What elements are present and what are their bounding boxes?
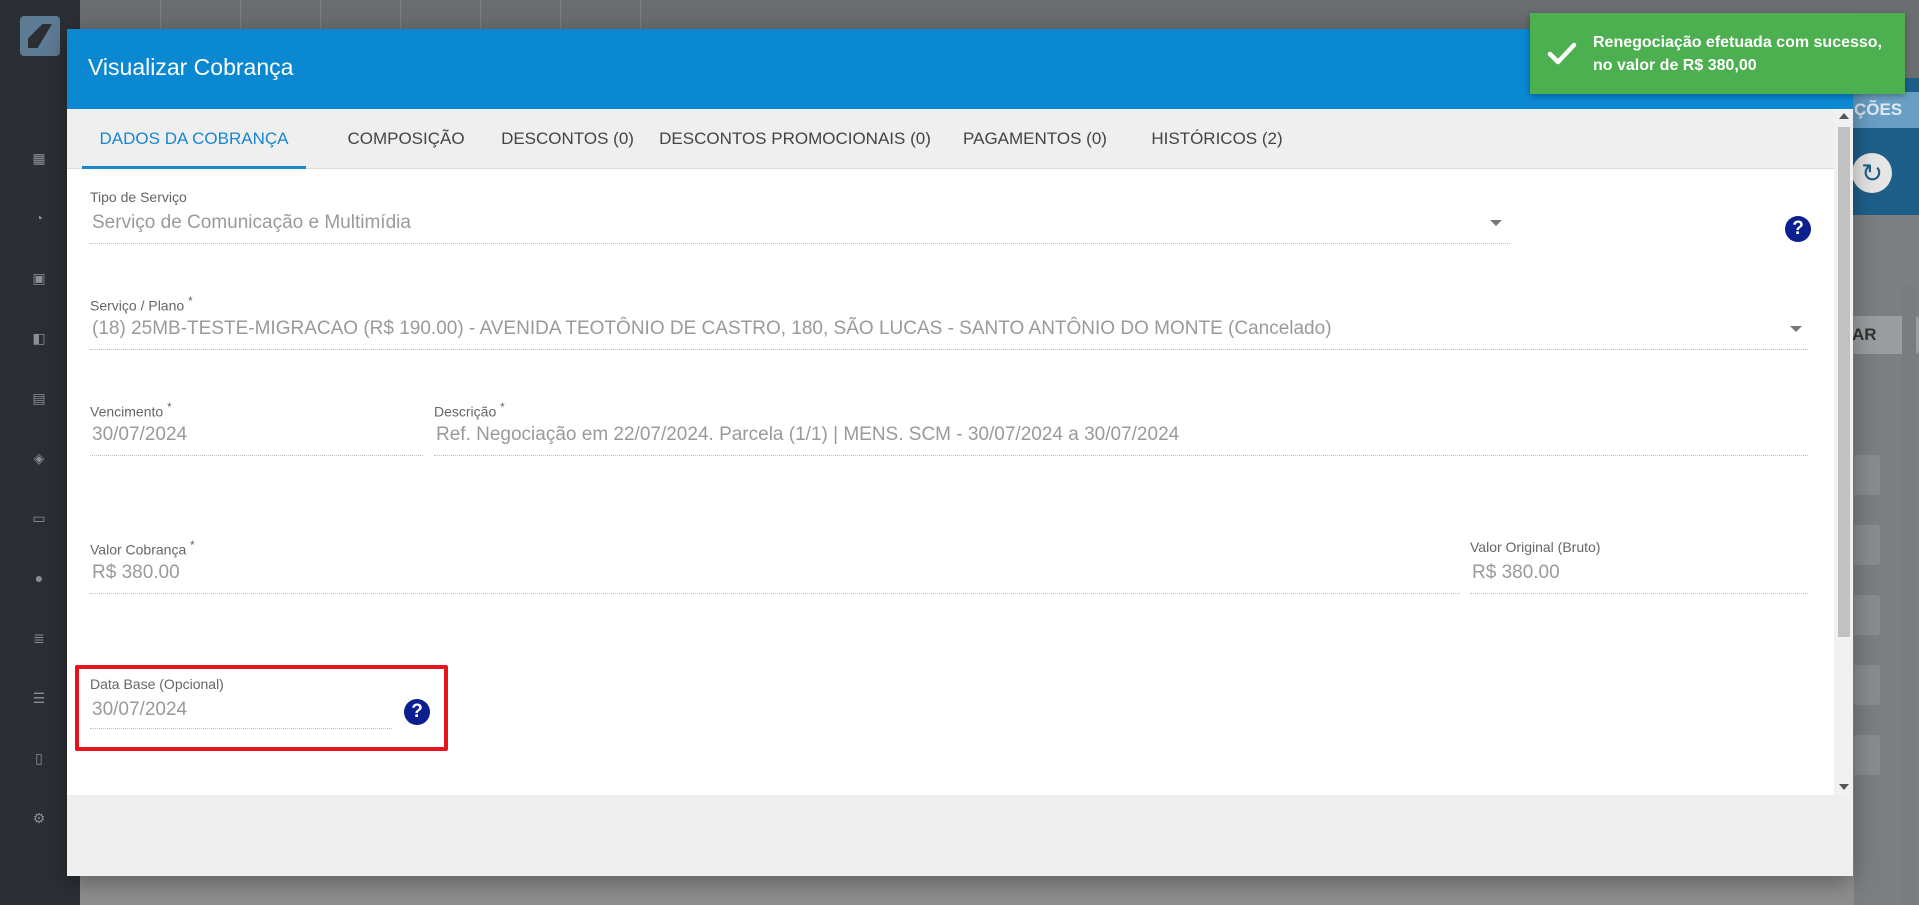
dashboard-icon[interactable]: ▦ xyxy=(31,150,47,166)
servico-plano-select[interactable]: Serviço / Plano * (18) 25MB-TESTE-MIGRAC… xyxy=(90,295,1808,355)
field-underline xyxy=(90,455,423,456)
field-underline xyxy=(1470,593,1808,594)
toolbar-separator xyxy=(480,0,481,30)
field-underline xyxy=(90,728,392,729)
scroll-down-icon[interactable] xyxy=(1839,784,1849,790)
tipo-servico-label: Tipo de Serviço xyxy=(90,189,187,205)
help-icon[interactable]: ? xyxy=(1785,216,1811,242)
tab-dados-da-cobranca[interactable]: DADOS DA COBRANÇA xyxy=(82,109,306,169)
contacts-icon[interactable]: ▣ xyxy=(31,270,47,286)
toolbar-separator xyxy=(160,0,161,30)
data-base-value: 30/07/2024 xyxy=(92,699,188,720)
toolbar-separator xyxy=(640,0,641,30)
tipo-servico-select[interactable]: Tipo de Serviço Serviço de Comunicação e… xyxy=(90,189,1510,249)
required-marker: * xyxy=(500,401,505,414)
required-marker: * xyxy=(167,401,172,414)
scrollbar-thumb[interactable] xyxy=(1838,127,1850,637)
board-icon[interactable]: ◧ xyxy=(31,330,47,346)
server-icon[interactable]: ☰ xyxy=(31,690,47,706)
valor-cobranca-value: R$ 380.00 xyxy=(92,562,180,583)
toolbar-separator xyxy=(400,0,401,30)
vencimento-value: 30/07/2024 xyxy=(92,424,188,445)
check-icon xyxy=(1547,42,1577,65)
tab-historicos[interactable]: HISTÓRICOS (2) xyxy=(1132,109,1302,169)
vencimento-label: Vencimento * xyxy=(90,401,172,420)
valor-cobranca-label: Valor Cobrança * xyxy=(90,539,195,558)
calendar-clock-icon[interactable]: ▤ xyxy=(31,390,47,406)
modal-scrollbar[interactable] xyxy=(1834,109,1853,795)
toast-message: Renegociação efetuada com sucesso, no va… xyxy=(1593,34,1882,74)
visualizar-cobranca-modal: Visualizar Cobrança DADOS DA COBRANÇA CO… xyxy=(67,29,1853,876)
success-toast[interactable]: Renegociação efetuada com sucesso, no va… xyxy=(1530,13,1905,94)
modal-title: Visualizar Cobrança xyxy=(88,54,294,80)
refresh-icon[interactable]: ↻ xyxy=(1852,153,1892,193)
tipo-servico-value: Serviço de Comunicação e Multimídia xyxy=(92,212,411,233)
required-marker: * xyxy=(190,539,195,552)
vencimento-field[interactable]: Vencimento * 30/07/2024 xyxy=(90,401,423,461)
background-scrollbar xyxy=(1902,285,1916,905)
list-icon[interactable]: ≣ xyxy=(31,630,47,646)
gear-icon[interactable]: ⚙ xyxy=(31,810,47,826)
field-underline xyxy=(90,243,1510,244)
tab-descontos-promocionais[interactable]: DESCONTOS PROMOCIONAIS (0) xyxy=(652,109,938,169)
descricao-value: Ref. Negociação em 22/07/2024. Parcela (… xyxy=(436,424,1180,445)
field-underline xyxy=(90,349,1808,350)
valor-cobranca-field[interactable]: Valor Cobrança * R$ 380.00 xyxy=(90,539,1460,599)
box-icon[interactable]: ◈ xyxy=(31,450,47,466)
chevron-down-icon[interactable] xyxy=(1790,326,1802,332)
chart-pie-icon[interactable]: ◔ xyxy=(31,210,47,226)
scroll-up-icon[interactable] xyxy=(1839,113,1849,119)
tab-bar: DADOS DA COBRANÇA COMPOSIÇÃO DESCONTOS (… xyxy=(67,109,1834,169)
app-logo xyxy=(20,16,60,56)
valor-original-value: R$ 380.00 xyxy=(1472,562,1560,583)
money-icon[interactable]: ▭ xyxy=(31,510,47,526)
toolbar-separator xyxy=(560,0,561,30)
descricao-label: Descrição * xyxy=(434,401,505,420)
valor-original-field[interactable]: Valor Original (Bruto) R$ 380.00 xyxy=(1470,539,1808,599)
servico-plano-value: (18) 25MB-TESTE-MIGRACAO (R$ 190.00) - A… xyxy=(92,318,1332,339)
document-icon[interactable]: ▯ xyxy=(31,750,47,766)
modal-content: Tipo de Serviço Serviço de Comunicação e… xyxy=(67,169,1834,795)
field-underline xyxy=(434,455,1808,456)
required-marker: * xyxy=(188,295,193,308)
descricao-field[interactable]: Descrição * Ref. Negociação em 22/07/202… xyxy=(434,401,1808,461)
valor-original-label: Valor Original (Bruto) xyxy=(1470,539,1601,555)
chevron-down-icon[interactable] xyxy=(1490,220,1502,226)
data-base-field[interactable]: Data Base (Opcional) 30/07/2024 xyxy=(90,676,392,736)
tab-composicao[interactable]: COMPOSIÇÃO xyxy=(329,109,483,169)
modal-footer xyxy=(67,795,1853,876)
tab-descontos[interactable]: DESCONTOS (0) xyxy=(495,109,640,169)
map-pin-icon[interactable]: ● xyxy=(31,570,47,586)
servico-plano-label: Serviço / Plano * xyxy=(90,295,193,314)
help-icon[interactable]: ? xyxy=(404,699,430,725)
field-underline xyxy=(90,593,1460,594)
toolbar-separator xyxy=(320,0,321,30)
data-base-label: Data Base (Opcional) xyxy=(90,676,224,692)
tab-pagamentos[interactable]: PAGAMENTOS (0) xyxy=(950,109,1120,169)
toolbar-separator xyxy=(240,0,241,30)
